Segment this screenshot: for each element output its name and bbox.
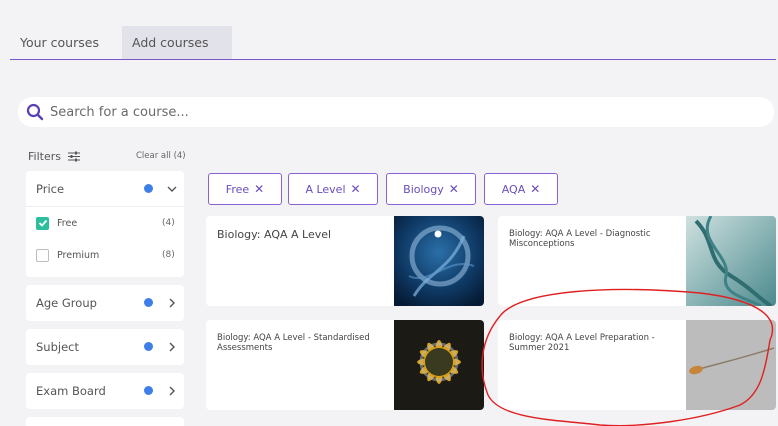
search-bar[interactable] — [18, 97, 774, 127]
chip-biology[interactable]: Biology ✕ — [386, 173, 476, 205]
course-title: Biology: AQA A Level - Diagnostic Miscon… — [509, 229, 651, 249]
checkmark-icon — [38, 219, 47, 227]
price-filter-header[interactable]: Price — [26, 171, 184, 207]
dna-strand-image — [686, 216, 776, 306]
chip-label: Biology — [403, 182, 444, 196]
chevron-down-icon — [167, 186, 177, 192]
tab-your-courses[interactable]: Your courses — [10, 26, 122, 59]
course-tabs: Your courses Add courses — [10, 26, 776, 60]
close-icon[interactable]: ✕ — [351, 182, 361, 196]
free-option-label: Free — [57, 217, 78, 229]
filters-heading: Filters — [28, 150, 81, 163]
subject-filter-header[interactable]: Subject — [26, 329, 184, 365]
course-card[interactable]: Biology: AQA A Level — [206, 216, 484, 306]
chip-label: Free — [225, 182, 250, 196]
search-input[interactable] — [50, 104, 650, 120]
price-option-premium[interactable]: Premium (8) — [26, 239, 184, 271]
close-icon[interactable]: ✕ — [449, 182, 459, 196]
dna-helix-image — [394, 216, 484, 306]
age-group-filter-panel: Age Group — [26, 285, 184, 321]
chevron-right-icon — [169, 298, 175, 308]
filters-label: Filters — [28, 150, 61, 163]
course-card[interactable]: Biology: AQA A Level - Diagnostic Miscon… — [498, 216, 776, 306]
close-icon[interactable]: ✕ — [530, 182, 540, 196]
subject-filter-label: Subject — [36, 340, 79, 354]
chip-a-level[interactable]: A Level ✕ — [288, 173, 378, 205]
course-title: Biology: AQA A Level - Standardised Asse… — [217, 333, 370, 353]
sperm-cell-image — [686, 320, 776, 410]
exam-board-filter-panel: Exam Board — [26, 373, 184, 409]
age-group-filter-label: Age Group — [36, 296, 97, 310]
search-icon — [26, 103, 44, 121]
price-filter-label: Price — [36, 181, 65, 196]
tab-add-courses[interactable]: Add courses — [122, 26, 232, 59]
active-filter-dot — [144, 184, 153, 193]
price-option-free[interactable]: Free (4) — [26, 207, 184, 239]
free-option-count: (4) — [162, 218, 175, 228]
course-title: Biology: AQA A Level Preparation - Summe… — [509, 333, 655, 353]
age-group-filter-header[interactable]: Age Group — [26, 285, 184, 321]
active-filter-dot — [144, 342, 153, 351]
chevron-right-icon — [169, 386, 175, 396]
free-checkbox[interactable] — [36, 216, 49, 230]
chip-label: A Level — [305, 182, 346, 196]
exam-board-filter-header[interactable]: Exam Board — [26, 373, 184, 409]
premium-checkbox[interactable] — [36, 248, 49, 262]
clear-all-link[interactable]: Clear all (4) — [136, 151, 186, 161]
sunflower-image — [394, 320, 484, 410]
active-filter-dot — [144, 386, 153, 395]
exam-board-filter-label: Exam Board — [36, 384, 106, 398]
chip-free[interactable]: Free ✕ — [208, 173, 282, 205]
course-card[interactable]: Biology: AQA A Level Preparation - Summe… — [498, 320, 776, 410]
chevron-right-icon — [169, 342, 175, 352]
filter-sliders-icon — [67, 151, 80, 162]
close-icon[interactable]: ✕ — [254, 182, 264, 196]
premium-option-count: (8) — [162, 250, 175, 260]
premium-option-label: Premium — [57, 249, 100, 261]
subject-filter-panel: Subject — [26, 329, 184, 365]
chip-label: AQA — [501, 182, 526, 196]
active-filter-dot — [144, 298, 153, 307]
course-title: Biology: AQA A Level — [217, 228, 332, 241]
price-filter-panel: Price Free (4) Premium (8) — [26, 171, 184, 277]
course-card[interactable]: Biology: AQA A Level - Standardised Asse… — [206, 320, 484, 410]
chip-aqa[interactable]: AQA ✕ — [484, 173, 558, 205]
more-filters-panel — [26, 417, 184, 426]
